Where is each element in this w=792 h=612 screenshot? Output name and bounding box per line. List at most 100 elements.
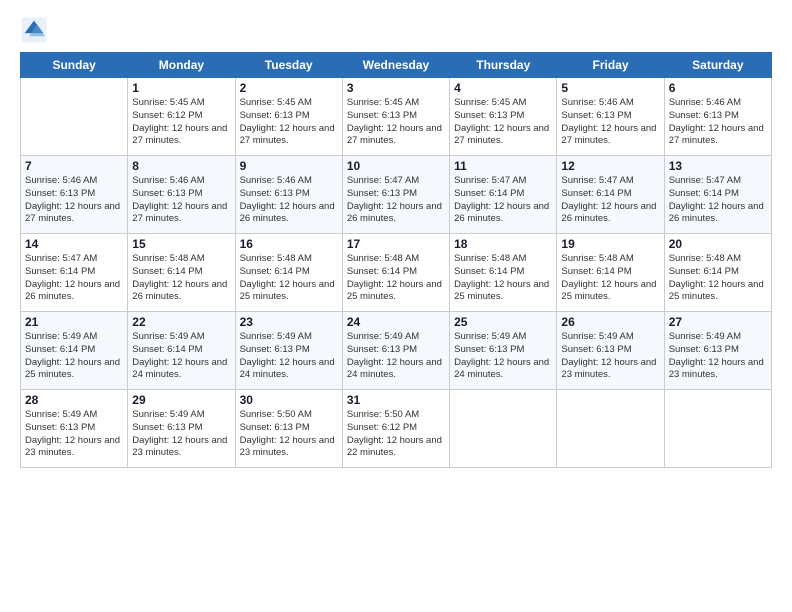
day-number: 28 (25, 393, 123, 407)
day-info: Sunrise: 5:45 AMSunset: 6:13 PMDaylight:… (454, 97, 552, 148)
day-info: Sunrise: 5:49 AMSunset: 6:13 PMDaylight:… (132, 409, 230, 460)
day-number: 16 (240, 237, 338, 251)
calendar-cell: 5Sunrise: 5:46 AMSunset: 6:13 PMDaylight… (557, 78, 664, 156)
day-number: 10 (347, 159, 445, 173)
day-number: 29 (132, 393, 230, 407)
calendar-cell: 10 Sunrise: 5:47 AMSunset: 6:13 PMDayligh… (342, 156, 449, 234)
day-number: 9 (240, 159, 338, 173)
page: SundayMondayTuesdayWednesdayThursdayFrid… (0, 0, 792, 612)
day-number: 14 (25, 237, 123, 251)
calendar-cell: 18Sunrise: 5:48 AMSunset: 6:14 PMDayligh… (450, 234, 557, 312)
calendar-cell: 30 Sunrise: 5:50 AMSunset: 6:13 PMDayligh… (235, 390, 342, 468)
week-row-1: 1Sunrise: 5:45 AMSunset: 6:12 PMDaylight… (21, 78, 772, 156)
calendar-cell: 26 Sunrise: 5:49 AMSunset: 6:13 PMDayligh… (557, 312, 664, 390)
day-info: Sunrise: 5:47 AMSunset: 6:13 PMDaylight:… (347, 175, 445, 226)
calendar-cell: 15 Sunrise: 5:48 AMSunset: 6:14 PMDayligh… (128, 234, 235, 312)
calendar-cell: 21 Sunrise: 5:49 AMSunset: 6:14 PMDayligh… (21, 312, 128, 390)
day-info: Sunrise: 5:49 AMSunset: 6:13 PMDaylight:… (454, 331, 552, 382)
calendar-cell: 22 Sunrise: 5:49 AMSunset: 6:14 PMDayligh… (128, 312, 235, 390)
week-row-2: 7 Sunrise: 5:46 AMSunset: 6:13 PMDaylight… (21, 156, 772, 234)
calendar-cell: 16Sunrise: 5:48 AMSunset: 6:14 PMDayligh… (235, 234, 342, 312)
day-number: 4 (454, 81, 552, 95)
day-number: 20 (669, 237, 767, 251)
day-number: 12 (561, 159, 659, 173)
calendar-cell (21, 78, 128, 156)
calendar-cell: 23 Sunrise: 5:49 AMSunset: 6:13 PMDayligh… (235, 312, 342, 390)
day-info: Sunrise: 5:45 AMSunset: 6:12 PMDaylight:… (132, 97, 230, 148)
day-number: 2 (240, 81, 338, 95)
calendar-cell (450, 390, 557, 468)
day-header-wednesday: Wednesday (342, 53, 449, 78)
day-header-sunday: Sunday (21, 53, 128, 78)
calendar-cell: 19Sunrise: 5:48 AMSunset: 6:14 PMDayligh… (557, 234, 664, 312)
day-number: 27 (669, 315, 767, 329)
day-header-saturday: Saturday (664, 53, 771, 78)
day-number: 15 (132, 237, 230, 251)
calendar-cell: 4 Sunrise: 5:45 AMSunset: 6:13 PMDaylight… (450, 78, 557, 156)
calendar-cell: 8 Sunrise: 5:46 AMSunset: 6:13 PMDaylight… (128, 156, 235, 234)
day-number: 18 (454, 237, 552, 251)
week-row-4: 21 Sunrise: 5:49 AMSunset: 6:14 PMDayligh… (21, 312, 772, 390)
day-info: Sunrise: 5:45 AMSunset: 6:13 PMDaylight:… (347, 97, 445, 148)
week-row-5: 28 Sunrise: 5:49 AMSunset: 6:13 PMDayligh… (21, 390, 772, 468)
calendar-cell: 14 Sunrise: 5:47 AMSunset: 6:14 PMDayligh… (21, 234, 128, 312)
calendar-cell: 13 Sunrise: 5:47 AMSunset: 6:14 PMDayligh… (664, 156, 771, 234)
day-info: Sunrise: 5:47 AMSunset: 6:14 PMDaylight:… (561, 175, 659, 226)
day-info: Sunrise: 5:49 AMSunset: 6:13 PMDaylight:… (25, 409, 123, 460)
day-number: 13 (669, 159, 767, 173)
day-info: Sunrise: 5:47 AMSunset: 6:14 PMDaylight:… (669, 175, 767, 226)
day-info: Sunrise: 5:46 AMSunset: 6:13 PMDaylight:… (561, 97, 659, 148)
calendar-cell: 20Sunrise: 5:48 AMSunset: 6:14 PMDayligh… (664, 234, 771, 312)
calendar-header-row: SundayMondayTuesdayWednesdayThursdayFrid… (21, 53, 772, 78)
day-info: Sunrise: 5:50 AMSunset: 6:12 PMDaylight:… (347, 409, 445, 460)
day-info: Sunrise: 5:49 AMSunset: 6:13 PMDaylight:… (561, 331, 659, 382)
day-info: Sunrise: 5:49 AMSunset: 6:13 PMDaylight:… (347, 331, 445, 382)
day-number: 21 (25, 315, 123, 329)
day-number: 30 (240, 393, 338, 407)
calendar-cell: 7 Sunrise: 5:46 AMSunset: 6:13 PMDaylight… (21, 156, 128, 234)
day-header-thursday: Thursday (450, 53, 557, 78)
day-number: 7 (25, 159, 123, 173)
day-info: Sunrise: 5:49 AMSunset: 6:14 PMDaylight:… (25, 331, 123, 382)
calendar-cell: 31 Sunrise: 5:50 AMSunset: 6:12 PMDayligh… (342, 390, 449, 468)
day-info: Sunrise: 5:46 AMSunset: 6:13 PMDaylight:… (132, 175, 230, 226)
calendar-cell: 25 Sunrise: 5:49 AMSunset: 6:13 PMDayligh… (450, 312, 557, 390)
calendar-cell: 2 Sunrise: 5:45 AMSunset: 6:13 PMDaylight… (235, 78, 342, 156)
day-number: 26 (561, 315, 659, 329)
day-info: Sunrise: 5:49 AMSunset: 6:14 PMDaylight:… (132, 331, 230, 382)
calendar-cell: 1Sunrise: 5:45 AMSunset: 6:12 PMDaylight… (128, 78, 235, 156)
calendar-table: SundayMondayTuesdayWednesdayThursdayFrid… (20, 52, 772, 468)
day-info: Sunrise: 5:49 AMSunset: 6:13 PMDaylight:… (240, 331, 338, 382)
day-info: Sunrise: 5:48 AMSunset: 6:14 PMDaylight:… (347, 253, 445, 304)
week-row-3: 14 Sunrise: 5:47 AMSunset: 6:14 PMDayligh… (21, 234, 772, 312)
day-info: Sunrise: 5:45 AMSunset: 6:13 PMDaylight:… (240, 97, 338, 148)
day-number: 3 (347, 81, 445, 95)
calendar-cell: 24 Sunrise: 5:49 AMSunset: 6:13 PMDayligh… (342, 312, 449, 390)
day-info: Sunrise: 5:46 AMSunset: 6:13 PMDaylight:… (240, 175, 338, 226)
day-info: Sunrise: 5:47 AMSunset: 6:14 PMDaylight:… (454, 175, 552, 226)
logo-icon (20, 16, 48, 44)
calendar-cell: 6Sunrise: 5:46 AMSunset: 6:13 PMDaylight… (664, 78, 771, 156)
day-number: 31 (347, 393, 445, 407)
day-number: 11 (454, 159, 552, 173)
day-info: Sunrise: 5:48 AMSunset: 6:14 PMDaylight:… (132, 253, 230, 304)
calendar-cell: 28 Sunrise: 5:49 AMSunset: 6:13 PMDayligh… (21, 390, 128, 468)
calendar-cell: 11 Sunrise: 5:47 AMSunset: 6:14 PMDayligh… (450, 156, 557, 234)
day-number: 8 (132, 159, 230, 173)
day-header-monday: Monday (128, 53, 235, 78)
calendar-cell: 3 Sunrise: 5:45 AMSunset: 6:13 PMDaylight… (342, 78, 449, 156)
day-info: Sunrise: 5:50 AMSunset: 6:13 PMDaylight:… (240, 409, 338, 460)
calendar-cell: 17 Sunrise: 5:48 AMSunset: 6:14 PMDayligh… (342, 234, 449, 312)
day-number: 17 (347, 237, 445, 251)
day-info: Sunrise: 5:46 AMSunset: 6:13 PMDaylight:… (25, 175, 123, 226)
header (20, 16, 772, 44)
day-info: Sunrise: 5:47 AMSunset: 6:14 PMDaylight:… (25, 253, 123, 304)
day-number: 25 (454, 315, 552, 329)
day-info: Sunrise: 5:46 AMSunset: 6:13 PMDaylight:… (669, 97, 767, 148)
day-info: Sunrise: 5:49 AMSunset: 6:13 PMDaylight:… (669, 331, 767, 382)
day-header-friday: Friday (557, 53, 664, 78)
calendar-cell: 9 Sunrise: 5:46 AMSunset: 6:13 PMDaylight… (235, 156, 342, 234)
day-number: 23 (240, 315, 338, 329)
day-number: 22 (132, 315, 230, 329)
day-number: 24 (347, 315, 445, 329)
